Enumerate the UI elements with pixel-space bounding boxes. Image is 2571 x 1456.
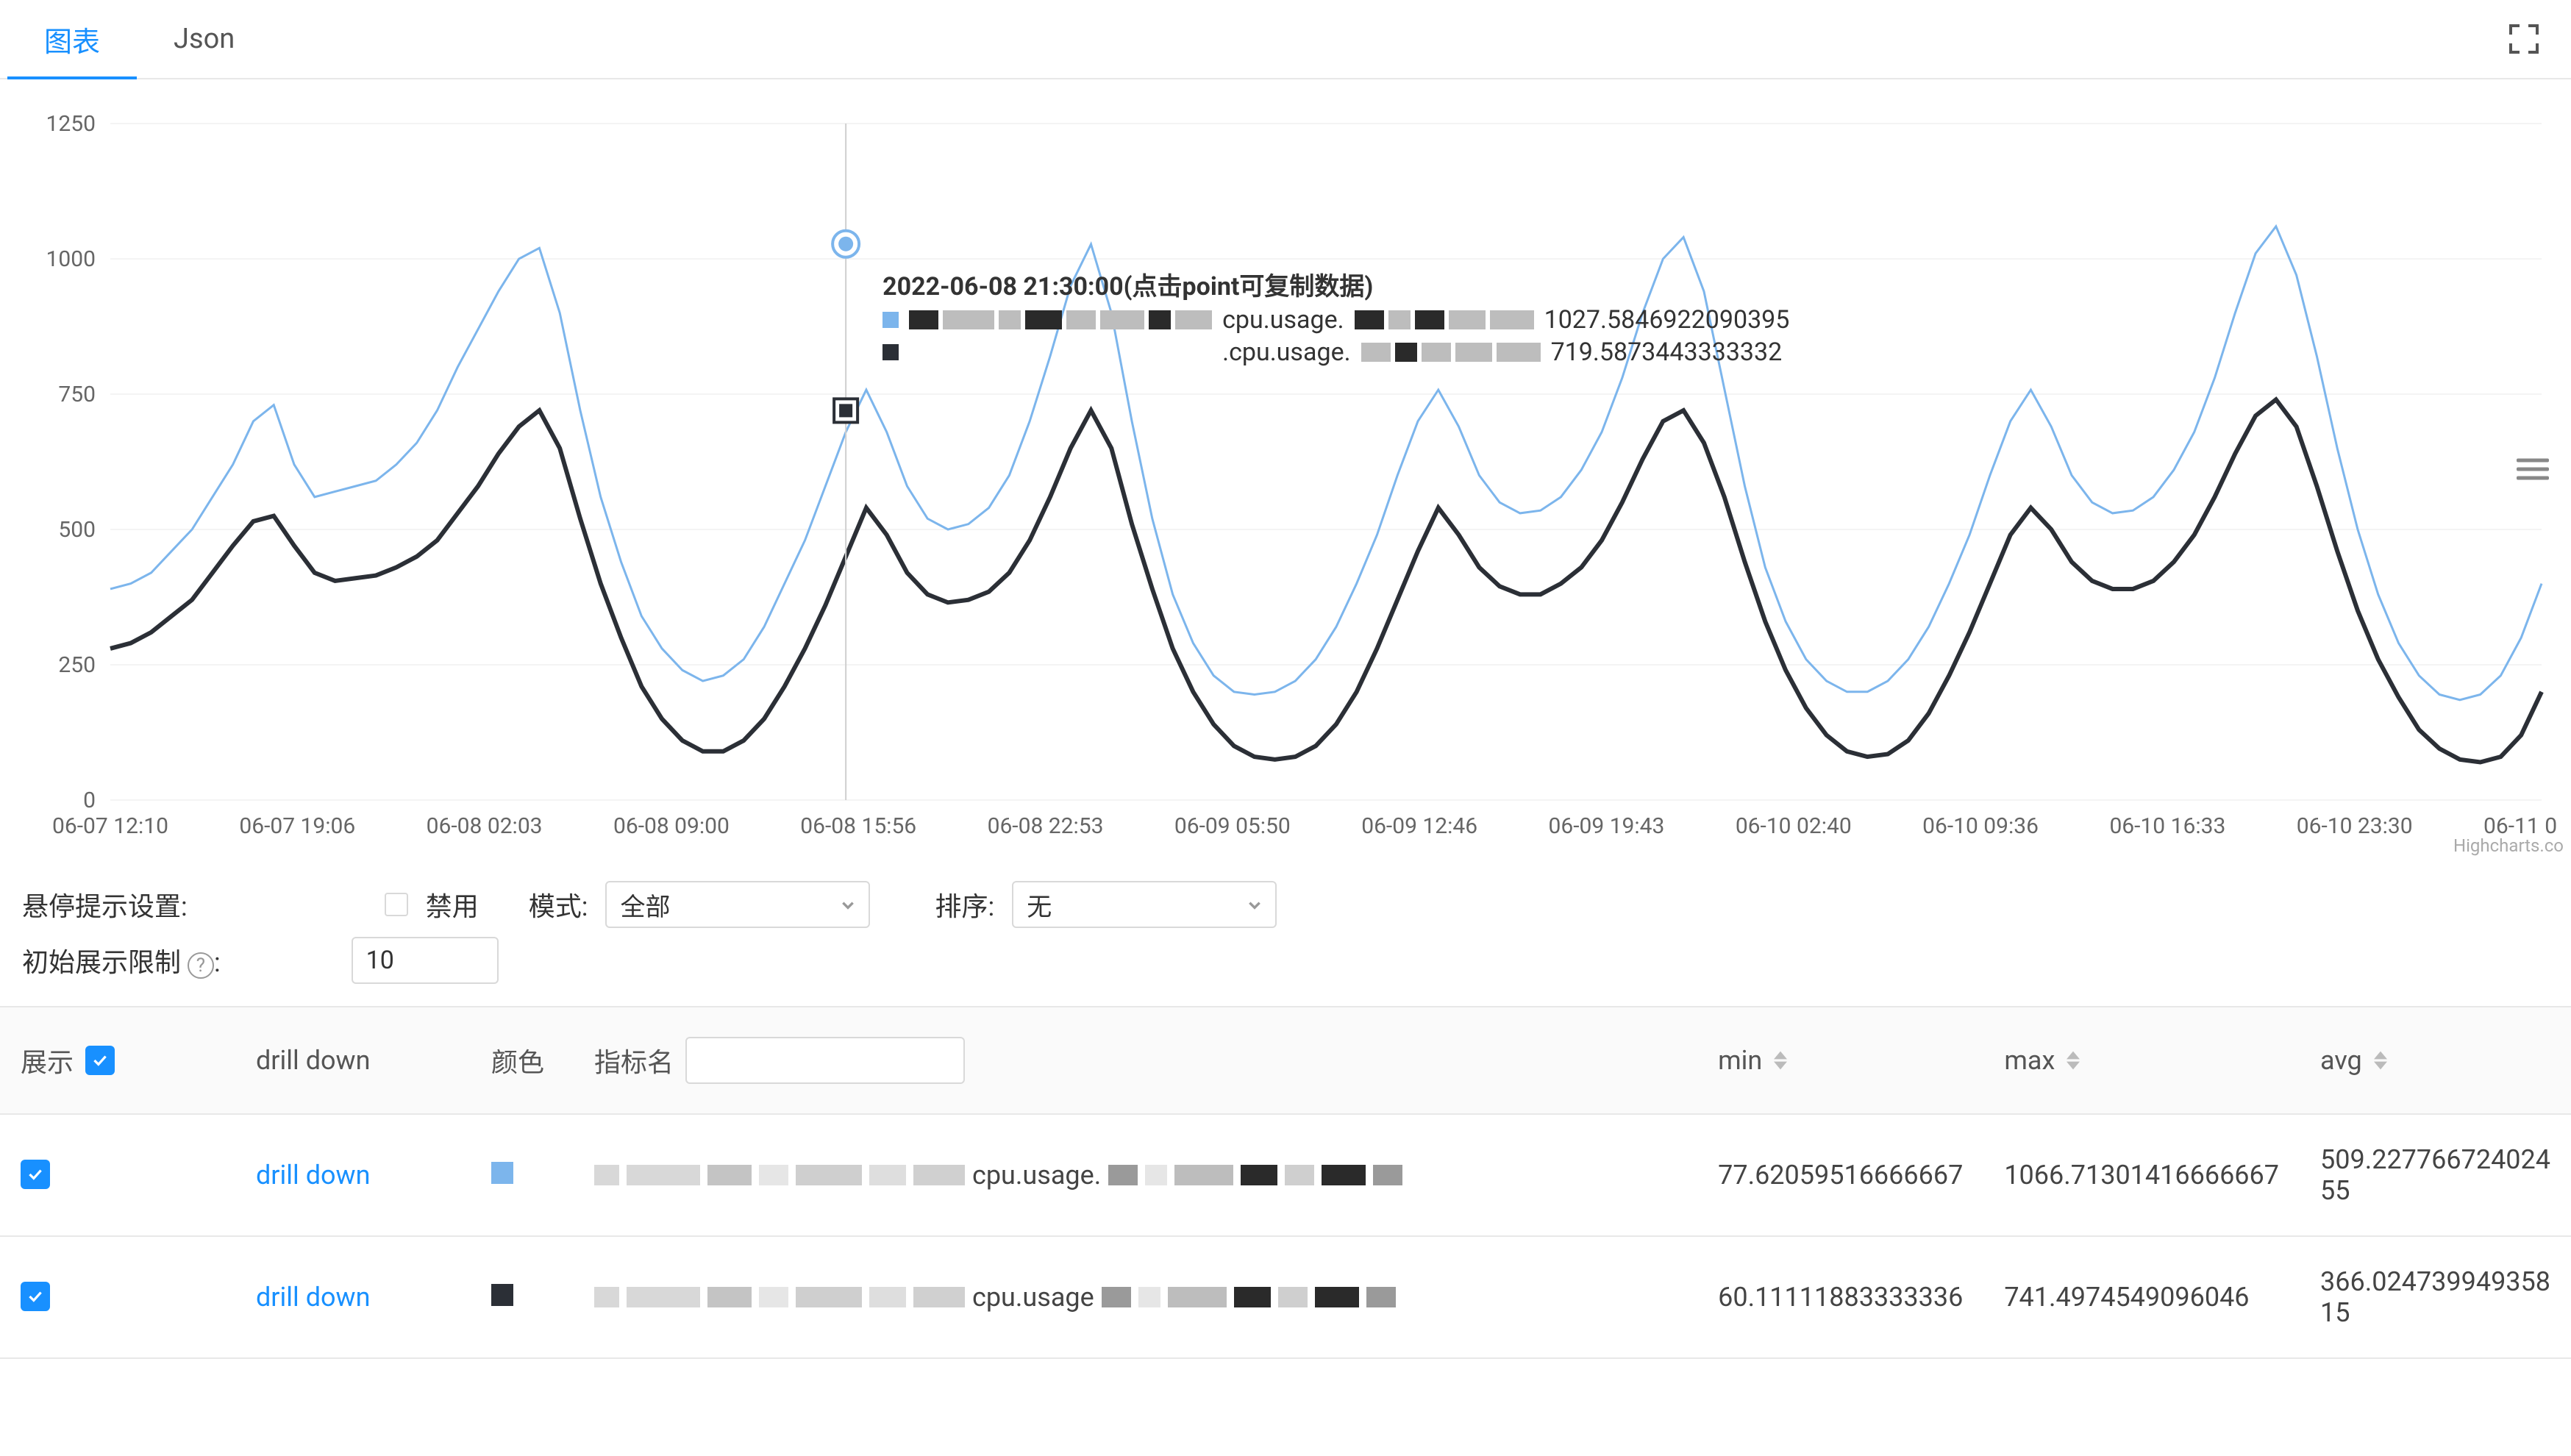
metric-name-cell: cpu.usage [594, 1282, 1677, 1313]
sort-icon[interactable] [2067, 1051, 2080, 1070]
tabs-bar: 图表 Json [0, 0, 2571, 79]
sort-icon[interactable] [2374, 1051, 2387, 1070]
svg-text:06-10 09:36: 06-10 09:36 [1922, 813, 2039, 839]
metrics-table: 展示 drill down 颜色 指标名 min max avg drill d… [0, 1006, 2571, 1359]
tab-chart[interactable]: 图表 [7, 0, 137, 78]
line-chart[interactable]: 0 250 500 750 1000 1250 06-07 12:10 06-07 19:06… [0, 79, 2571, 859]
show-all-checkbox[interactable] [85, 1046, 115, 1075]
svg-text:06-09 19:43: 06-09 19:43 [1549, 813, 1665, 839]
avg-cell: 366.024739949358 15 [2300, 1236, 2571, 1358]
svg-text:750: 750 [58, 382, 96, 407]
tab-json[interactable]: Json [137, 0, 271, 78]
col-max[interactable]: max [1983, 1007, 2300, 1114]
series-color-swatch [491, 1284, 513, 1306]
col-avg[interactable]: avg [2300, 1007, 2571, 1114]
table-row: drill down cpu.usage 60.11111883333336741.… [0, 1236, 2571, 1358]
drill-down-link[interactable]: drill down [256, 1160, 370, 1191]
limit-label: 初始展示限制 ?: [22, 941, 221, 979]
tabs: 图表 Json [7, 0, 271, 78]
hover-settings-label: 悬停提示设置: [22, 885, 188, 924]
limit-input[interactable]: 10 [352, 937, 499, 984]
svg-text:06-08 22:53: 06-08 22:53 [988, 813, 1104, 839]
mode-select[interactable]: 全部 [605, 881, 870, 928]
svg-text:250: 250 [58, 652, 96, 678]
svg-text:1250: 1250 [46, 111, 96, 137]
drill-down-link[interactable]: drill down [256, 1282, 370, 1313]
chart-credit: Highcharts.co [2453, 835, 2564, 856]
svg-text:06-09 05:50: 06-09 05:50 [1174, 813, 1291, 839]
col-color: 颜色 [471, 1007, 574, 1114]
sort-label: 排序: [935, 885, 994, 924]
series-color-swatch [491, 1162, 513, 1184]
svg-text:06-08 02:03: 06-08 02:03 [427, 813, 543, 839]
col-name: 指标名 [574, 1007, 1697, 1114]
col-min[interactable]: min [1697, 1007, 1983, 1114]
svg-text:06-08 09:00: 06-08 09:00 [613, 813, 730, 839]
min-cell: 77.62059516666667 [1697, 1114, 1983, 1236]
chevron-down-icon [841, 890, 855, 919]
table-header-row: 展示 drill down 颜色 指标名 min max avg [0, 1007, 2571, 1114]
sort-select-value: 无 [1027, 887, 1052, 923]
hover-settings-row: 悬停提示设置: 禁用 模式: 全部 排序: 无 [0, 859, 2571, 932]
svg-text:0: 0 [83, 788, 96, 813]
max-cell: 741.4974549096046 [1983, 1236, 2300, 1358]
svg-text:06-07 12:10: 06-07 12:10 [52, 813, 168, 839]
metric-name-cell: cpu.usage. [594, 1160, 1677, 1191]
metric-name-search-input[interactable] [685, 1037, 965, 1084]
svg-text:06-10 16:33: 06-10 16:33 [2109, 813, 2225, 839]
sort-select[interactable]: 无 [1012, 881, 1277, 928]
limit-row: 初始展示限制 ?: 10 [0, 932, 2571, 1006]
mode-select-value: 全部 [620, 887, 670, 923]
col-show: 展示 [0, 1007, 235, 1114]
row-show-checkbox[interactable] [21, 1160, 50, 1189]
avg-cell: 509.227766724024 55 [2300, 1114, 2571, 1236]
help-icon[interactable]: ? [188, 952, 214, 979]
disable-label: 禁用 [426, 885, 479, 924]
svg-text:06-10 23:30: 06-10 23:30 [2297, 813, 2413, 839]
fullscreen-icon[interactable] [2506, 21, 2542, 57]
svg-text:1000: 1000 [46, 246, 96, 272]
svg-text:06-09 12:46: 06-09 12:46 [1361, 813, 1477, 839]
chevron-down-icon [1247, 890, 1262, 919]
chart-menu-icon[interactable] [2517, 454, 2549, 485]
svg-text:06-10 02:40: 06-10 02:40 [1736, 813, 1852, 839]
svg-text:06-07 19:06: 06-07 19:06 [239, 813, 355, 839]
col-drill: drill down [235, 1007, 471, 1114]
max-cell: 1066.71301416666667 [1983, 1114, 2300, 1236]
min-cell: 60.11111883333336 [1697, 1236, 1983, 1358]
svg-text:500: 500 [58, 517, 96, 543]
disable-hover-checkbox[interactable] [385, 893, 408, 916]
table-row: drill down cpu.usage. 77.62059516666667106… [0, 1114, 2571, 1236]
row-show-checkbox[interactable] [21, 1282, 50, 1311]
mode-label: 模式: [529, 885, 588, 924]
svg-text:06-08 15:56: 06-08 15:56 [800, 813, 916, 839]
sort-icon[interactable] [1774, 1051, 1787, 1070]
